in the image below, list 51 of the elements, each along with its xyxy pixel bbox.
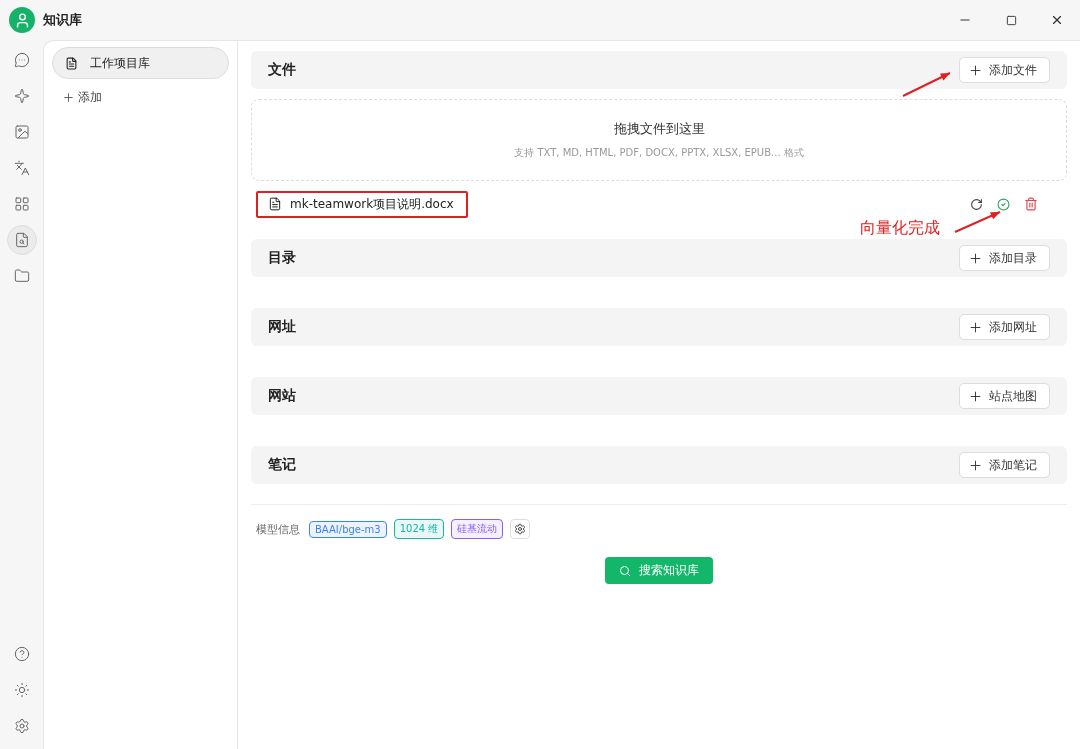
plus-icon — [968, 319, 983, 335]
add-source-button[interactable]: 添加网址 — [959, 314, 1050, 340]
plus-icon — [968, 250, 983, 266]
window-title: 知识库 — [43, 11, 82, 29]
search-icon — [619, 564, 631, 577]
translate-icon — [13, 160, 30, 176]
section-title: 网址 — [268, 318, 296, 336]
grid-icon — [13, 196, 30, 212]
image-icon — [13, 124, 30, 140]
help-icon — [13, 646, 30, 662]
plus-icon — [62, 91, 75, 104]
plus-icon — [968, 62, 983, 78]
delete-icon[interactable] — [1024, 197, 1038, 211]
settings-button[interactable] — [510, 519, 531, 539]
section-title: 笔记 — [268, 456, 296, 474]
drop-title: 拖拽文件到这里 — [613, 120, 705, 138]
add-source-button[interactable]: 添加笔记 — [959, 452, 1050, 478]
section-title: 文件 — [268, 61, 296, 79]
plus-icon — [968, 457, 983, 473]
avatar-icon[interactable] — [9, 7, 35, 33]
add-button[interactable]: 添加 — [52, 87, 229, 108]
model-tag: BAAI/bge-m3 — [309, 520, 387, 538]
settings-icon — [13, 718, 30, 734]
file-search-icon — [13, 232, 30, 248]
file-icon — [268, 197, 282, 211]
refresh-icon[interactable] — [970, 197, 983, 211]
maximize-icon — [1005, 14, 1017, 26]
document-icon — [65, 56, 78, 70]
annotation-arrow — [954, 211, 1001, 233]
section-title: 目录 — [268, 249, 296, 267]
model-info-label: 模型信息 — [256, 521, 300, 537]
annotation-text: 向量化完成 — [860, 218, 940, 239]
knowledge-rail-button[interactable] — [6, 225, 37, 255]
add-source-button[interactable]: 添加文件 — [959, 57, 1050, 83]
plus-icon — [968, 388, 983, 404]
model-tag: 硅基流动 — [451, 519, 504, 539]
drop-hint: 支持 TXT, MD, HTML, PDF, DOCX, PPTX, XLSX, EPUB... 格式 — [514, 146, 804, 160]
drop-zone[interactable]: 拖拽文件到这里 支持 TXT, MD, HTML, PDF, DOCX, PPTX, XLSX, EPUB... 格式 — [251, 99, 1067, 181]
close-icon — [1050, 13, 1064, 27]
model-tag: 1024 维 — [393, 519, 445, 539]
sparkle-icon — [13, 88, 30, 104]
sidebar-item[interactable]: 工作项目库 — [52, 47, 229, 79]
gear-icon — [514, 523, 527, 535]
folder-icon — [13, 268, 30, 284]
section-title: 网站 — [268, 387, 296, 405]
annotation-arrow — [902, 72, 951, 97]
sun-icon — [13, 682, 30, 698]
add-source-button[interactable]: 站点地图 — [959, 383, 1050, 409]
add-source-button[interactable]: 添加目录 — [959, 245, 1050, 271]
file-name[interactable]: mk-teamwork项目说明.docx — [290, 195, 454, 213]
chat-bubble-icon — [13, 52, 30, 68]
